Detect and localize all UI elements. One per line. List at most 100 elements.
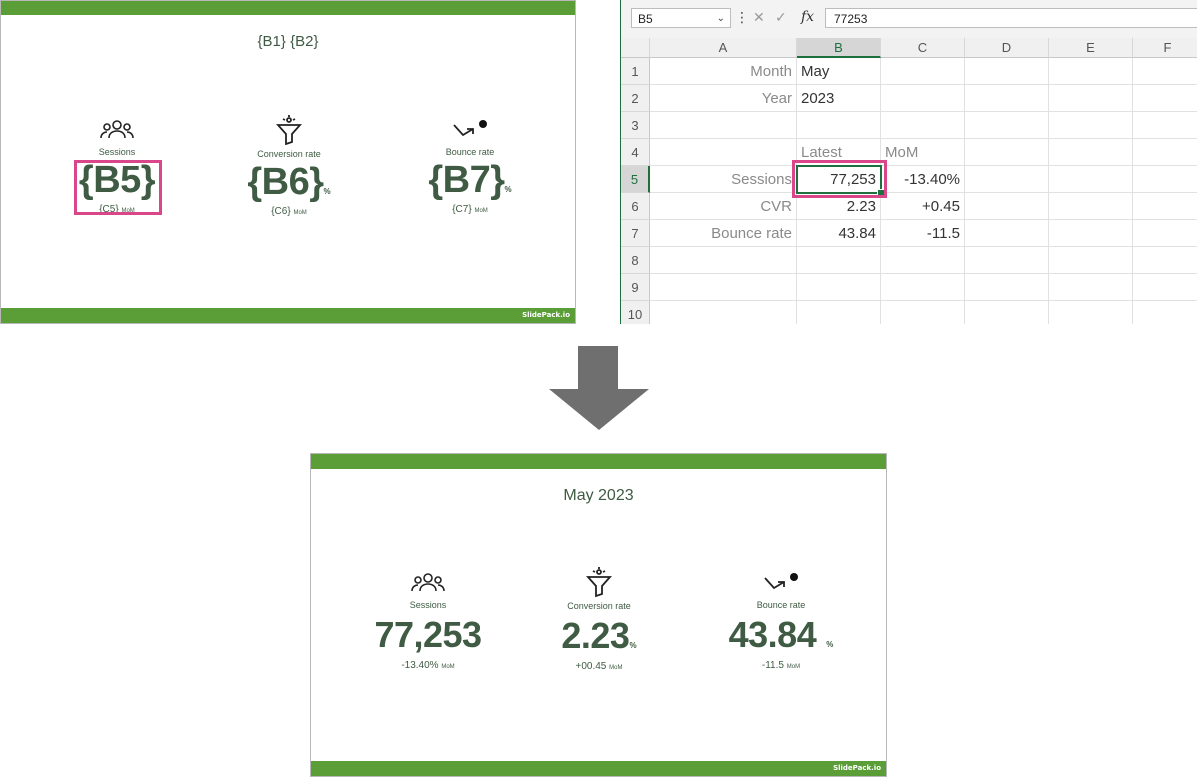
name-box[interactable]: B5 ⌄ <box>631 8 731 28</box>
cell-a10[interactable] <box>650 301 797 324</box>
cell-c10[interactable] <box>881 301 965 324</box>
column-header-f[interactable]: F <box>1133 38 1197 58</box>
cell-f4[interactable] <box>1133 139 1197 166</box>
slide-top-bar <box>311 454 886 469</box>
cell-a6[interactable]: CVR <box>650 193 797 220</box>
cell-e1[interactable] <box>1049 58 1133 85</box>
kpi-mom: -11.5 MoM <box>761 660 801 671</box>
insert-function-icon[interactable]: fx <box>801 9 814 25</box>
cell-a7[interactable]: Bounce rate <box>650 220 797 247</box>
slide-title: {B1} {B2} <box>257 33 319 50</box>
cell-f5[interactable] <box>1133 166 1197 193</box>
cell-a5[interactable]: Sessions <box>650 166 797 193</box>
cell-c5[interactable]: -13.40% <box>881 166 965 193</box>
cancel-icon[interactable]: ✕ <box>753 9 765 26</box>
cell-d10[interactable] <box>965 301 1049 324</box>
cell-a8[interactable] <box>650 247 797 274</box>
cell-f10[interactable] <box>1133 301 1197 324</box>
row-header-7[interactable]: 7 <box>621 220 650 247</box>
row-header-6[interactable]: 6 <box>621 193 650 220</box>
row-header-1[interactable]: 1 <box>621 58 650 85</box>
cell-c9[interactable] <box>881 274 965 301</box>
cell-b8[interactable] <box>797 247 881 274</box>
brand-label: SlidePack.io <box>522 311 570 319</box>
cell-b9[interactable] <box>797 274 881 301</box>
column-header-d[interactable]: D <box>965 38 1049 58</box>
cell-c2[interactable] <box>881 85 965 112</box>
row-header-10[interactable]: 10 <box>621 301 650 324</box>
cell-b10[interactable] <box>797 301 881 324</box>
kpi-mom: {C6} MoM <box>271 206 307 217</box>
cell-d9[interactable] <box>965 274 1049 301</box>
enter-check-icon[interactable]: ✓ <box>775 9 787 26</box>
cell-e10[interactable] <box>1049 301 1133 324</box>
cell-c4[interactable]: MoM <box>881 139 965 166</box>
kpi-unit: % <box>504 185 512 194</box>
cell-e6[interactable] <box>1049 193 1133 220</box>
cell-e4[interactable] <box>1049 139 1133 166</box>
cell-e8[interactable] <box>1049 247 1133 274</box>
funnel-icon <box>276 115 302 145</box>
kpi-value-row: 43.84% <box>729 614 834 655</box>
cell-a3[interactable] <box>650 112 797 139</box>
column-header-e[interactable]: E <box>1049 38 1133 58</box>
cell-a1[interactable]: Month <box>650 58 797 85</box>
cell-f1[interactable] <box>1133 58 1197 85</box>
cell-f2[interactable] <box>1133 85 1197 112</box>
cell-c6[interactable]: +0.45 <box>881 193 965 220</box>
kpi-value: 2.23 <box>561 615 630 656</box>
cell-a4[interactable] <box>650 139 797 166</box>
select-all-corner[interactable] <box>621 38 650 58</box>
kpi-value-row: 2.23% <box>561 615 636 656</box>
cell-a9[interactable] <box>650 274 797 301</box>
column-header-a[interactable]: A <box>650 38 797 58</box>
cell-e3[interactable] <box>1049 112 1133 139</box>
cell-f9[interactable] <box>1133 274 1197 301</box>
cell-b7[interactable]: 43.84 <box>797 220 881 247</box>
formula-bar: B5 ⌄ ⋮ ✕ ✓ fx 77253 <box>621 0 1197 39</box>
cell-d7[interactable] <box>965 220 1049 247</box>
row-header-8[interactable]: 8 <box>621 247 650 274</box>
cell-c8[interactable] <box>881 247 965 274</box>
kpi-value: 77,253 <box>374 614 482 655</box>
kpi-sessions: Sessions 77,253 -13.40% MoM <box>363 572 493 671</box>
formula-input[interactable]: 77253 <box>825 8 1197 28</box>
kpi-conversion-rate: Conversion rate 2.23% +00.45 MoM <box>534 567 664 672</box>
cell-d1[interactable] <box>965 58 1049 85</box>
cell-c1[interactable] <box>881 58 965 85</box>
cell-f7[interactable] <box>1133 220 1197 247</box>
cell-d8[interactable] <box>965 247 1049 274</box>
kpi-value: 43.84 <box>728 614 817 655</box>
cell-d4[interactable] <box>965 139 1049 166</box>
cell-e9[interactable] <box>1049 274 1133 301</box>
row-header-5[interactable]: 5 <box>621 166 650 193</box>
row-header-4[interactable]: 4 <box>621 139 650 166</box>
chevron-down-icon[interactable]: ⌄ <box>717 9 725 29</box>
kpi-mom: {C7} MoM <box>452 204 488 215</box>
cell-f3[interactable] <box>1133 112 1197 139</box>
row-header-3[interactable]: 3 <box>621 112 650 139</box>
cell-a2[interactable]: Year <box>650 85 797 112</box>
cell-b2[interactable]: 2023 <box>797 85 881 112</box>
slide-bottom-bar: SlidePack.io <box>1 308 575 323</box>
cell-f6[interactable] <box>1133 193 1197 220</box>
cell-d5[interactable] <box>965 166 1049 193</box>
funnel-icon <box>586 567 612 597</box>
column-header-c[interactable]: C <box>881 38 965 58</box>
cell-c3[interactable] <box>881 112 965 139</box>
more-options-icon[interactable]: ⋮ <box>735 9 749 26</box>
column-header-b[interactable]: B <box>797 38 881 58</box>
cell-e5[interactable] <box>1049 166 1133 193</box>
row-header-2[interactable]: 2 <box>621 85 650 112</box>
cell-b3[interactable] <box>797 112 881 139</box>
cell-e2[interactable] <box>1049 85 1133 112</box>
cell-b1[interactable]: May <box>797 58 881 85</box>
cell-d2[interactable] <box>965 85 1049 112</box>
cell-d3[interactable] <box>965 112 1049 139</box>
slide-top-bar <box>1 1 575 15</box>
cell-c7[interactable]: -11.5 <box>881 220 965 247</box>
cell-f8[interactable] <box>1133 247 1197 274</box>
cell-e7[interactable] <box>1049 220 1133 247</box>
cell-d6[interactable] <box>965 193 1049 220</box>
row-header-9[interactable]: 9 <box>621 274 650 301</box>
